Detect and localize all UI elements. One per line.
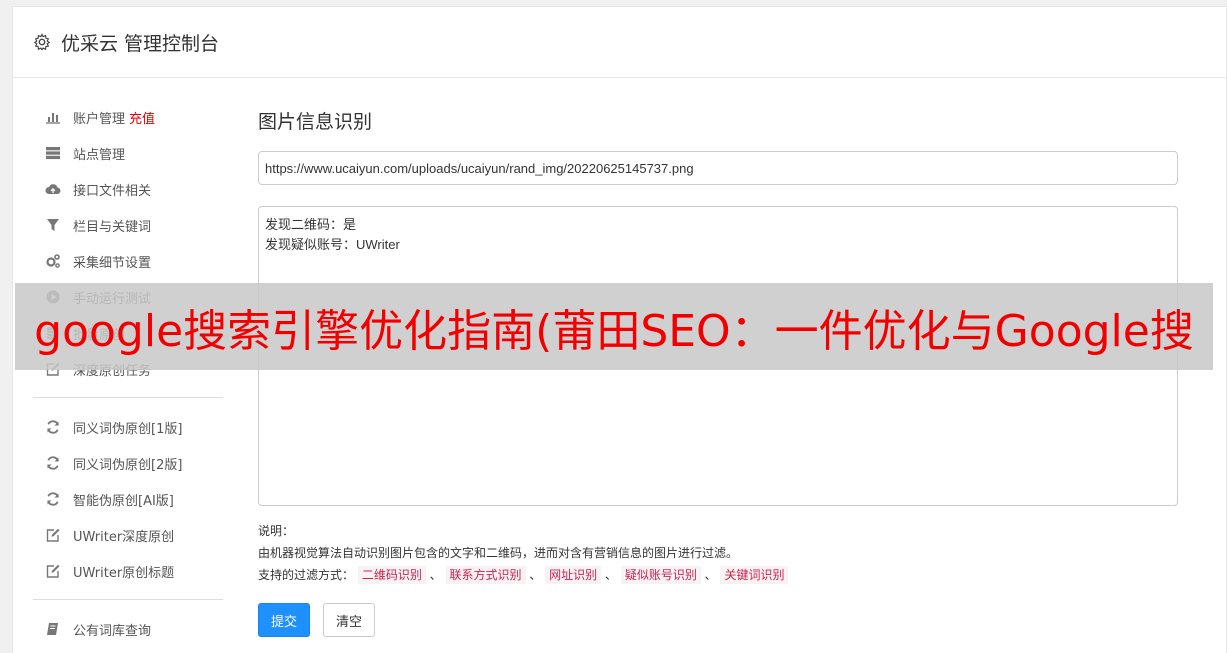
form-actions: 提交 清空 [258, 603, 1178, 637]
filter-methods: 支持的过滤方式： 二维码识别 、 联系方式识别 、 网址识别 、 疑似账号识别 … [258, 564, 1178, 586]
sidebar-item-label: 站点管理 [73, 147, 126, 163]
bar-chart-icon [45, 109, 61, 125]
sidebar-divider [33, 397, 223, 398]
result-line: 发现疑似账号：UWriter [265, 237, 400, 252]
sidebar-item-label: 栏目与关键词 [73, 219, 152, 235]
filter-tag: 网址识别 [545, 566, 602, 584]
sidebar-item-b-2[interactable]: 智能伪原创[AI版] [33, 481, 223, 517]
sidebar-item-c-0[interactable]: 公有词库查询 [33, 611, 223, 647]
cloud-upload-icon [45, 181, 61, 197]
result-line: 发现二维码：是 [265, 217, 357, 232]
sidebar-item-a-0[interactable]: 账户管理 充值 [33, 99, 223, 135]
tag-separator: 、 [425, 568, 446, 582]
filter-tag: 联系方式识别 [445, 566, 526, 584]
sidebar-item-label: 同义词伪原创[2版] [73, 457, 183, 473]
sidebar-item-b-1[interactable]: 同义词伪原创[2版] [33, 445, 223, 481]
sidebar-item-label: 采集细节设置 [73, 255, 152, 271]
tag-separator: 、 [525, 568, 546, 582]
clear-button[interactable]: 清空 [323, 603, 376, 637]
refresh-icon [45, 491, 61, 507]
cogs-icon [45, 253, 61, 269]
tag-separator: 、 [700, 568, 721, 582]
image-url-input[interactable] [258, 151, 1178, 185]
refresh-icon [45, 455, 61, 471]
sidebar-item-a-4[interactable]: 采集细节设置 [33, 243, 223, 279]
sidebar: 账户管理充值站点管理接口文件相关栏目与关键词采集细节设置手动运行测试批量原创深度… [33, 99, 223, 647]
sidebar-item-label: 同义词伪原创[1版] [73, 421, 183, 437]
submit-button[interactable]: 提交 [258, 603, 311, 637]
sidebar-item-label: UWriter深度原创 [73, 529, 175, 545]
section-title: 图片信息识别 [258, 111, 373, 133]
sidebar-item-b-3[interactable]: UWriter深度原创 [33, 517, 223, 553]
desc-text: 由机器视觉算法自动识别图片包含的文字和二维码，进而对含有营销信息的图片进行过滤。 [258, 546, 739, 560]
recharge-link[interactable]: 充值 [129, 108, 155, 127]
edit-icon [45, 527, 61, 543]
sidebar-item-label: UWriter原创标题 [73, 565, 175, 581]
gear-icon [33, 33, 51, 51]
edit-icon [45, 563, 61, 579]
refresh-icon [45, 419, 61, 435]
sidebar-item-label: 智能伪原创[AI版] [73, 493, 174, 509]
overlay-banner: google搜索引擎优化指南(莆田SEO：一件优化与Google搜 [15, 283, 1213, 370]
book-icon [45, 621, 61, 637]
sidebar-item-a-2[interactable]: 接口文件相关 [33, 171, 223, 207]
filter-icon [45, 217, 61, 233]
description: 说明： 由机器视觉算法自动识别图片包含的文字和二维码，进而对含有营销信息的图片进… [258, 520, 1178, 586]
desc-label: 说明： [258, 524, 295, 538]
page-title: 优采云 管理控制台 [61, 32, 220, 55]
tag-separator: 、 [601, 568, 621, 582]
overlay-text: google搜索引擎优化指南(莆田SEO：一件优化与Google搜 [34, 305, 1194, 357]
sidebar-item-label: 接口文件相关 [73, 183, 152, 199]
filter-tag: 关键词识别 [720, 566, 789, 584]
filter-tag: 二维码识别 [357, 566, 426, 584]
filter-tag: 疑似账号识别 [620, 566, 701, 584]
main-content: 图片信息识别 发现二维码：是发现疑似账号：UWriter 说明： 由机器视觉算法… [258, 107, 1178, 637]
server-icon [45, 145, 61, 161]
console-header: 优采云 管理控制台 [13, 7, 1226, 78]
filter-label: 支持的过滤方式： [258, 568, 355, 582]
sidebar-divider [33, 599, 223, 600]
sidebar-item-b-4[interactable]: UWriter原创标题 [33, 553, 223, 589]
sidebar-item-a-3[interactable]: 栏目与关键词 [33, 207, 223, 243]
sidebar-item-b-0[interactable]: 同义词伪原创[1版] [33, 409, 223, 445]
sidebar-item-label: 公有词库查询 [73, 623, 152, 639]
sidebar-item-label: 账户管理 [73, 111, 126, 127]
sidebar-item-a-1[interactable]: 站点管理 [33, 135, 223, 171]
